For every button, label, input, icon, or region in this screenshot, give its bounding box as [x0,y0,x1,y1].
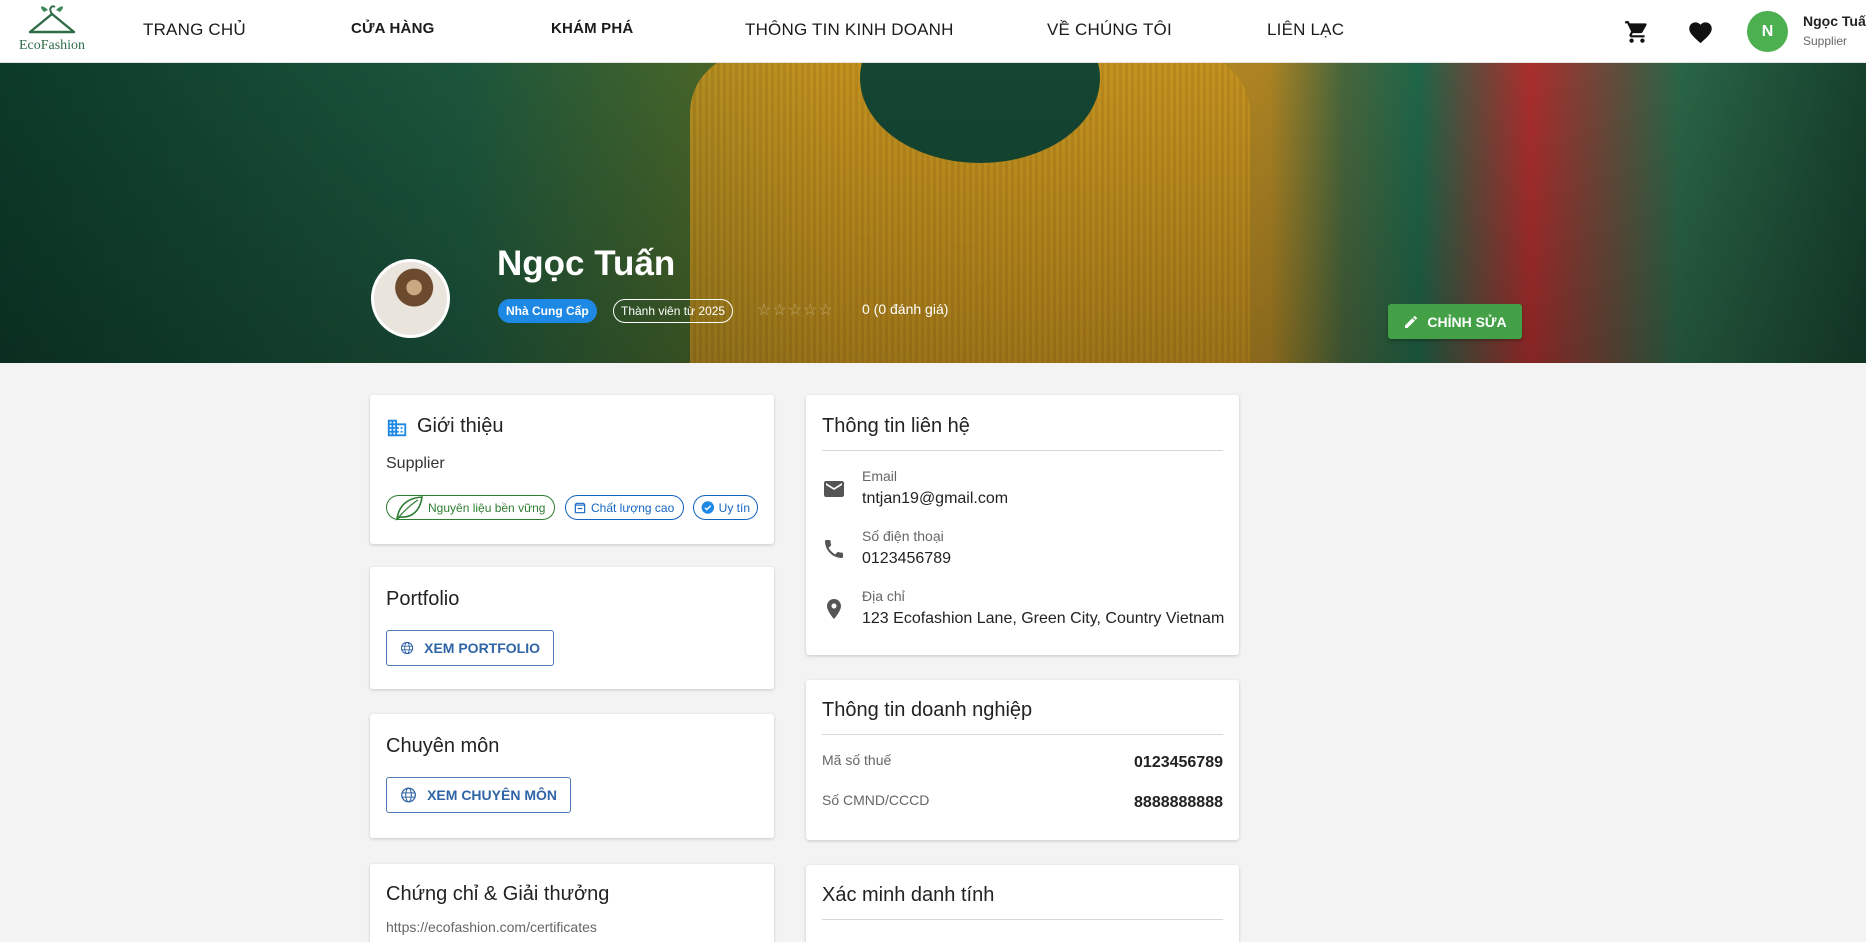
email-label: Email [862,468,898,484]
heart-icon[interactable] [1684,16,1716,48]
contact-title: Thông tin liên hệ [822,415,970,437]
email-value[interactable]: tntjan19@gmail.com [862,490,1008,508]
address-label: Địa chỉ [862,588,905,604]
verify-divider [822,919,1223,920]
role-badge: Nhà Cung Cấp [498,299,597,323]
rating-text: 0 (0 đánh giá) [862,301,949,317]
chip-trusted-label: Uy tín [718,500,750,515]
contact-card: Thông tin liên hệ Email tntjan19@gmail.c… [806,395,1239,655]
nav-explore[interactable]: KHÁM PHÁ [551,20,633,37]
location-pin-icon [827,599,841,619]
profile-banner [0,63,1866,363]
verify-title: Xác minh danh tính [822,884,995,906]
building-icon [387,419,407,437]
tax-label: Mã số thuế [822,752,892,768]
chip-sustainable-label: Nguyên liệu bền vững [428,500,546,515]
portfolio-title: Portfolio [386,588,460,610]
business-title: Thông tin doanh nghiệp [822,699,1033,721]
rating-stars: ☆☆☆☆☆ [757,302,834,319]
nav-shop[interactable]: CỬA HÀNG [351,20,435,37]
verified-check-icon [701,501,715,514]
top-navigation-bar: EcoFashion TRANG CHỦ CỬA HÀNG KHÁM PHÁ T… [0,0,1866,63]
leaf-icon [395,495,423,521]
hanger-leaf-logo-icon [28,5,76,34]
certificates-link[interactable]: https://ecofashion.com/certificates [386,919,597,935]
archive-icon [574,502,586,513]
intro-text: Supplier [386,455,445,472]
nav-home[interactable]: TRANG CHỦ [143,20,246,40]
ecofashion-logo[interactable]: EcoFashion [14,4,90,58]
view-expertise-label: XEM CHUYÊN MÔN [427,787,557,803]
view-portfolio-button[interactable]: XEM PORTFOLIO [386,630,554,666]
chip-high-quality-label: Chất lượng cao [591,500,675,515]
contact-divider [822,450,1223,451]
phone-icon [825,540,843,558]
edit-profile-label: CHỈNH SỬA [1427,313,1507,330]
expertise-card: Chuyên môn XEM CHUYÊN MÔN [370,714,774,838]
pencil-icon [1405,315,1418,328]
globe-icon [401,787,416,803]
phone-value[interactable]: 0123456789 [862,550,951,568]
id-card-value: 8888888888 [1134,794,1223,811]
chip-sustainable: Nguyên liệu bền vững [386,495,555,521]
user-avatar[interactable]: N [1747,11,1788,52]
profile-avatar[interactable] [371,259,450,338]
user-name[interactable]: Ngọc Tuấn [1803,13,1866,29]
portfolio-card: Portfolio XEM PORTFOLIO [370,567,774,689]
certificates-title: Chứng chỉ & Giải thưởng [386,883,610,905]
phone-label: Số điện thoại [862,528,944,544]
address-value: 123 Ecofashion Lane, Green City, Country… [862,610,1225,627]
brand-name: EcoFashion [18,38,86,53]
view-portfolio-label: XEM PORTFOLIO [424,640,540,656]
identity-verification-card: Xác minh danh tính [806,865,1239,942]
id-card-label: Số CMND/CCCD [822,792,930,808]
email-icon [824,481,844,497]
cart-icon[interactable] [1621,16,1653,48]
tax-value: 0123456789 [1134,754,1223,771]
chip-trusted: Uy tín [693,495,758,520]
business-info-card: Thông tin doanh nghiệp Mã số thuế 012345… [806,680,1239,840]
edit-profile-button[interactable]: CHỈNH SỬA [1388,304,1522,339]
profile-name: Ngọc Tuấn [497,244,676,283]
banner-overlay [0,63,1866,363]
member-since-badge: Thành viên từ 2025 [613,299,734,323]
nav-business-info[interactable]: THÔNG TIN KINH DOANH [745,20,954,40]
expertise-title: Chuyên môn [386,735,500,757]
business-divider [822,734,1223,735]
certificates-card: Chứng chỉ & Giải thưởng https://ecofashi… [370,864,774,942]
nav-contact[interactable]: LIÊN LẠC [1267,20,1344,40]
nav-about-us[interactable]: VỀ CHÚNG TÔI [1047,20,1172,40]
intro-title: Giới thiệu [417,415,504,437]
globe-icon [400,641,414,655]
view-expertise-button[interactable]: XEM CHUYÊN MÔN [386,777,571,813]
intro-card: Giới thiệu Supplier Nguyên liệu bền vững… [370,395,774,544]
chip-high-quality: Chất lượng cao [565,495,684,520]
user-role: Supplier [1803,34,1848,48]
